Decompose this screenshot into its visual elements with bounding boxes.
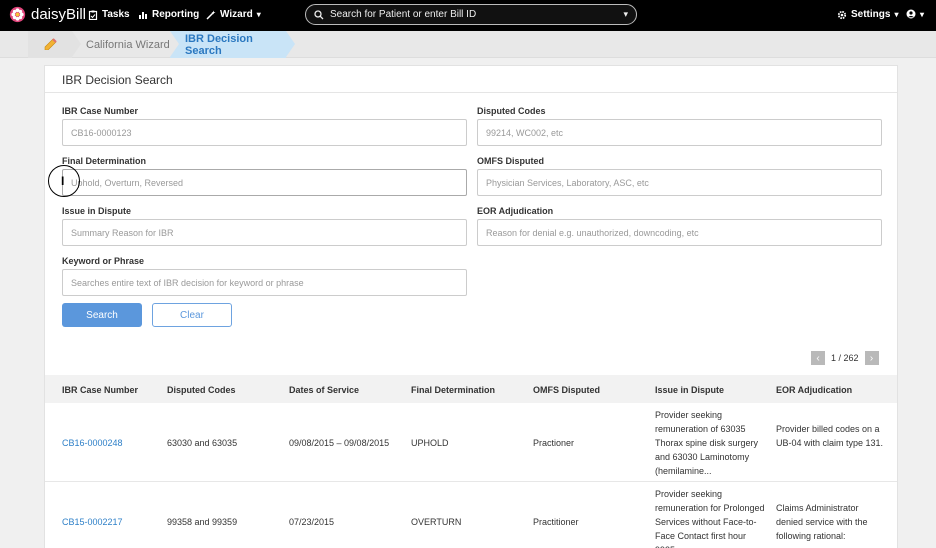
prev-page-button[interactable]: ‹	[811, 351, 825, 365]
chevron-down-icon: ▾	[894, 10, 899, 19]
disputed-codes-label: Disputed Codes	[477, 106, 546, 116]
breadcrumb: California Wizard IBR Decision Search	[0, 31, 936, 58]
breadcrumb-home[interactable]	[28, 31, 72, 58]
ibr-case-number-label: IBR Case Number	[62, 106, 139, 116]
ibr-search-card: IBR Decision Search IBR Case Number CB16…	[44, 65, 898, 548]
issue-in-dispute-label: Issue in Dispute	[62, 206, 132, 216]
issue-in-dispute-cell: Provider seeking remuneration of 63035 T…	[655, 410, 759, 476]
settings-label: Settings	[851, 9, 891, 20]
pagination: ‹ 1 / 262 ›	[811, 351, 879, 365]
column-header[interactable]: Final Determination	[411, 385, 495, 395]
final-determination-input[interactable]: Uphold, Overturn, Reversed	[62, 169, 467, 196]
user-avatar-icon	[906, 9, 916, 19]
brand-name[interactable]: daisyBill	[31, 6, 86, 23]
omfs-disputed-placeholder: Physician Services, Laboratory, ASC, etc	[486, 177, 649, 188]
final-determination-placeholder: Uphold, Overturn, Reversed	[71, 177, 184, 188]
ibr-case-link[interactable]: CB16-0000248	[62, 436, 123, 450]
keyword-input[interactable]: Searches entire text of IBR decision for…	[62, 269, 467, 296]
disputed-codes-input[interactable]: 99214, WC002, etc	[477, 119, 882, 146]
final-determination-label: Final Determination	[62, 156, 147, 166]
reporting-nav[interactable]: Reporting	[138, 9, 199, 20]
column-header[interactable]: IBR Case Number	[62, 385, 138, 395]
top-nav: daisyBill Tasks Reporting Wizard ▾ Searc…	[0, 0, 936, 31]
chevron-down-icon[interactable]: ▾	[623, 9, 628, 20]
ibr-case-number-placeholder: CB16-0000123	[71, 127, 132, 138]
omfs-disputed-label: OMFS Disputed	[477, 156, 544, 166]
column-header[interactable]: OMFS Disputed	[533, 385, 600, 395]
omfs-disputed-cell: Practioner	[533, 438, 575, 448]
dates-of-service-cell: 07/23/2015	[289, 517, 335, 527]
table-row: CB15-0002217 99358 and 99359 07/23/2015 …	[45, 482, 897, 548]
eor-adjudication-cell: Provider billed codes on a UB-04 with cl…	[776, 424, 884, 448]
chevron-down-icon: ▾	[256, 10, 261, 19]
card-header: IBR Decision Search	[45, 66, 897, 93]
chevron-down-icon: ▾	[920, 9, 925, 19]
next-page-button[interactable]: ›	[864, 351, 879, 365]
final-determination-cell: UPHOLD	[411, 438, 449, 448]
page-title: IBR Decision Search	[62, 73, 173, 87]
issue-in-dispute-placeholder: Summary Reason for IBR	[71, 227, 174, 238]
omfs-disputed-cell: Practitioner	[533, 517, 579, 527]
column-header[interactable]: Dates of Service	[289, 385, 359, 395]
tasks-nav[interactable]: Tasks	[88, 9, 130, 20]
issue-in-dispute-input[interactable]: Summary Reason for IBR	[62, 219, 467, 246]
wizard-label: Wizard	[220, 9, 253, 20]
eor-adjudication-input[interactable]: Reason for denial e.g. unauthorized, dow…	[477, 219, 882, 246]
pencil-icon	[44, 38, 57, 50]
gear-icon	[837, 10, 847, 19]
search-button[interactable]: Search	[62, 303, 142, 327]
user-menu[interactable]: ▾	[906, 9, 924, 19]
clipboard-icon	[88, 10, 98, 20]
disputed-codes-cell: 63030 and 63035	[167, 438, 238, 448]
global-search-input[interactable]: Search for Patient or enter Bill ID ▾	[305, 4, 637, 25]
breadcrumb-separator	[286, 31, 295, 57]
page-indicator: 1 / 262	[831, 353, 859, 363]
mouse-cursor-indicator: I	[48, 165, 80, 197]
results-table-header: IBR Case Number Disputed Codes Dates of …	[45, 375, 897, 403]
reporting-label: Reporting	[152, 9, 200, 20]
column-header[interactable]: Disputed Codes	[167, 385, 236, 395]
magic-wand-icon	[206, 10, 216, 20]
column-header[interactable]: EOR Adjudication	[776, 385, 852, 395]
issue-in-dispute-cell: Provider seeking remuneration for Prolon…	[655, 489, 765, 548]
bar-chart-icon	[139, 11, 147, 19]
search-icon	[314, 9, 324, 19]
omfs-disputed-input[interactable]: Physician Services, Laboratory, ASC, etc	[477, 169, 882, 196]
eor-adjudication-cell: Claims Administrator denied service with…	[776, 503, 868, 541]
breadcrumb-label: California Wizard	[86, 38, 170, 51]
disputed-codes-placeholder: 99214, WC002, etc	[486, 127, 564, 138]
global-search-placeholder: Search for Patient or enter Bill ID	[330, 9, 477, 20]
settings-nav[interactable]: Settings ▾	[837, 9, 898, 20]
breadcrumb-ibr-decision-search[interactable]: IBR Decision Search	[170, 31, 286, 58]
table-row: CB16-0000248 63030 and 63035 09/08/2015 …	[45, 403, 897, 482]
text-cursor-icon: I	[61, 174, 65, 188]
ibr-case-link[interactable]: CB15-0002217	[62, 515, 123, 529]
daisy-logo-icon[interactable]	[9, 6, 26, 23]
disputed-codes-cell: 99358 and 99359	[167, 517, 238, 527]
keyword-placeholder: Searches entire text of IBR decision for…	[71, 277, 304, 288]
eor-adjudication-label: EOR Adjudication	[477, 206, 554, 216]
breadcrumb-label: IBR Decision Search	[185, 32, 253, 57]
clear-button[interactable]: Clear	[152, 303, 232, 327]
keyword-label: Keyword or Phrase	[62, 256, 145, 266]
tasks-label: Tasks	[102, 9, 130, 20]
breadcrumb-separator	[170, 31, 179, 57]
breadcrumb-california-wizard[interactable]: California Wizard	[72, 31, 172, 58]
dates-of-service-cell: 09/08/2015 – 09/08/2015	[289, 438, 390, 448]
wizard-nav[interactable]: Wizard ▾	[206, 9, 261, 20]
ibr-case-number-input[interactable]: CB16-0000123	[62, 119, 467, 146]
final-determination-cell: OVERTURN	[411, 517, 462, 527]
eor-adjudication-placeholder: Reason for denial e.g. unauthorized, dow…	[486, 227, 699, 238]
column-header[interactable]: Issue in Dispute	[655, 385, 724, 395]
